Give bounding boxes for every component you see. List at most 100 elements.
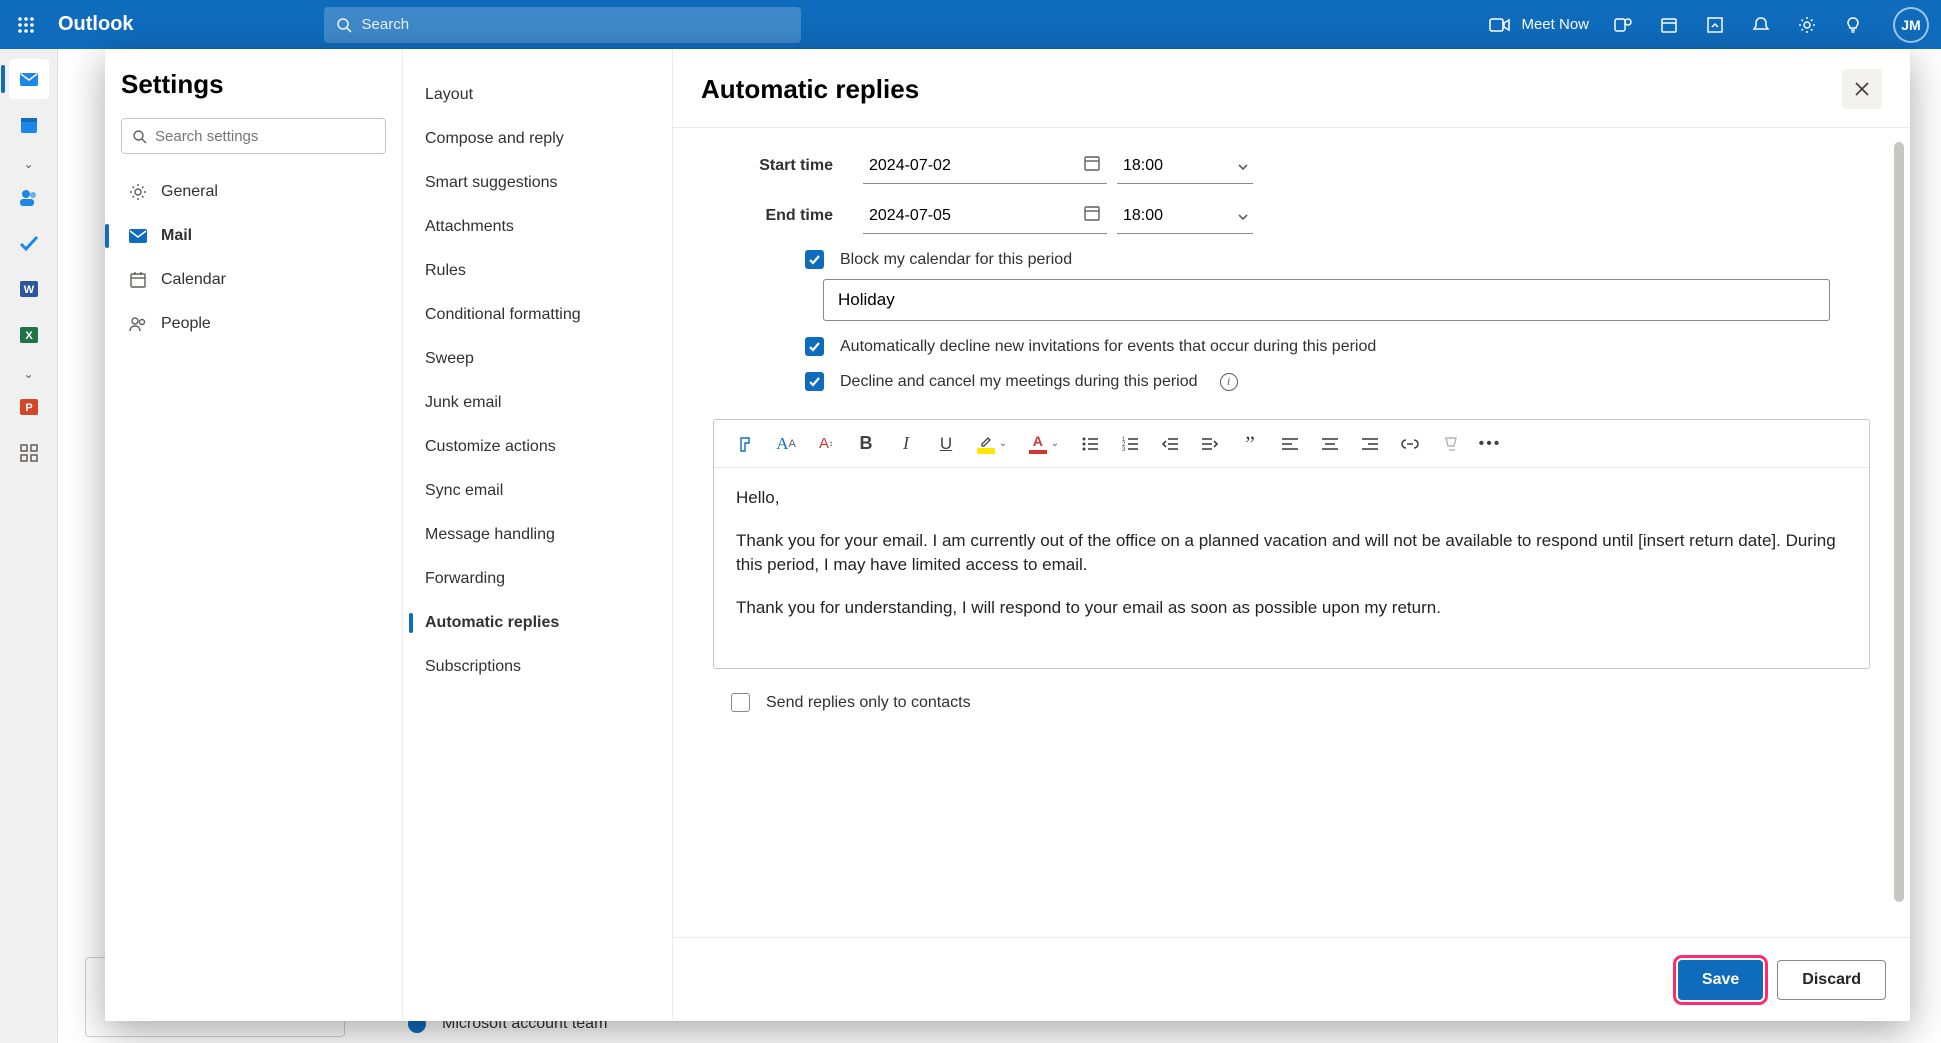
underline-icon[interactable]: U	[928, 426, 964, 462]
font-color-icon[interactable]: A⌄	[1020, 426, 1068, 462]
rail-excel-icon[interactable]: X	[9, 315, 49, 355]
rail-mail-icon[interactable]	[9, 59, 49, 99]
settings-subnav: Layout Compose and reply Smart suggestio…	[403, 49, 673, 1021]
end-date-field[interactable]	[863, 198, 1107, 234]
avatar[interactable]: JM	[1893, 7, 1929, 43]
discard-button[interactable]: Discard	[1777, 960, 1886, 1000]
category-label: Calendar	[161, 271, 226, 289]
rail-powerpoint-icon[interactable]: P	[9, 387, 49, 427]
block-calendar-row: Block my calendar for this period	[805, 250, 1870, 269]
subnav-subscriptions[interactable]: Subscriptions	[403, 645, 672, 689]
subnav-automatic-replies[interactable]: Automatic replies	[403, 601, 672, 645]
info-icon[interactable]: i	[1220, 373, 1238, 391]
global-search-input[interactable]	[362, 16, 789, 33]
category-mail[interactable]: Mail	[121, 214, 386, 258]
cancel-meetings-checkbox[interactable]	[805, 372, 824, 391]
align-left-icon[interactable]	[1272, 426, 1308, 462]
subnav-junk[interactable]: Junk email	[403, 381, 672, 425]
settings-title: Settings	[121, 69, 386, 100]
numbered-list-icon[interactable]: 123	[1112, 426, 1148, 462]
subnav-attachments[interactable]: Attachments	[403, 205, 672, 249]
app-name: Outlook	[58, 13, 134, 36]
block-title-input[interactable]	[823, 279, 1830, 321]
chevron-down-icon[interactable]	[1237, 158, 1249, 176]
subnav-forwarding[interactable]: Forwarding	[403, 557, 672, 601]
global-search[interactable]	[324, 7, 801, 43]
gear-icon[interactable]	[1795, 13, 1819, 37]
italic-icon[interactable]: I	[888, 426, 924, 462]
end-time-field[interactable]	[1117, 198, 1253, 234]
indent-icon[interactable]	[1192, 426, 1228, 462]
bullet-list-icon[interactable]	[1072, 426, 1108, 462]
end-time-input[interactable]	[1117, 198, 1253, 234]
people-icon	[127, 313, 149, 335]
ribbon-collapse-icon[interactable]	[1703, 13, 1727, 37]
category-calendar[interactable]: Calendar	[121, 258, 386, 302]
calendar-icon[interactable]	[1083, 204, 1101, 227]
calendar-day-icon[interactable]	[1657, 13, 1681, 37]
start-time-field[interactable]	[1117, 148, 1253, 184]
font-size-icon[interactable]: A↕	[808, 426, 844, 462]
link-icon[interactable]	[1392, 426, 1428, 462]
start-time-row: Start time	[713, 148, 1870, 184]
subnav-sync[interactable]: Sync email	[403, 469, 672, 513]
subnav-layout[interactable]: Layout	[403, 73, 672, 117]
editor-textarea[interactable]: Hello, Thank you for your email. I am cu…	[714, 468, 1869, 668]
end-date-input[interactable]	[863, 198, 1107, 234]
meet-now-button[interactable]: Meet Now	[1489, 16, 1589, 33]
teams-icon[interactable]	[1611, 13, 1635, 37]
main-header: Automatic replies	[673, 49, 1910, 128]
category-general[interactable]: General	[121, 170, 386, 214]
contacts-only-checkbox[interactable]	[731, 693, 750, 712]
subnav-smart[interactable]: Smart suggestions	[403, 161, 672, 205]
app-launcher-icon[interactable]	[12, 11, 40, 39]
mail-icon	[127, 225, 149, 247]
quote-icon[interactable]: ”	[1232, 426, 1268, 462]
rail-chevron-icon-2[interactable]: ⌄	[0, 367, 58, 381]
subnav-compose[interactable]: Compose and reply	[403, 117, 672, 161]
page-title: Automatic replies	[701, 74, 919, 105]
subnav-customize[interactable]: Customize actions	[403, 425, 672, 469]
start-time-input[interactable]	[1117, 148, 1253, 184]
calendar-icon[interactable]	[1083, 154, 1101, 177]
subnav-handling[interactable]: Message handling	[403, 513, 672, 557]
more-options-icon[interactable]: •••	[1472, 426, 1508, 462]
rail-todo-icon[interactable]	[9, 223, 49, 263]
category-people[interactable]: People	[121, 302, 386, 346]
block-calendar-checkbox[interactable]	[805, 250, 824, 269]
bold-icon[interactable]: B	[848, 426, 884, 462]
align-center-icon[interactable]	[1312, 426, 1348, 462]
settings-search[interactable]	[121, 118, 386, 154]
rail-more-apps-icon[interactable]	[9, 433, 49, 473]
highlight-color-icon[interactable]: ⌄	[968, 426, 1016, 462]
tips-icon[interactable]	[1841, 13, 1865, 37]
chevron-down-icon[interactable]	[1237, 208, 1249, 226]
end-time-label: End time	[713, 207, 863, 225]
subnav-conditional[interactable]: Conditional formatting	[403, 293, 672, 337]
close-button[interactable]	[1842, 69, 1882, 109]
save-button[interactable]: Save	[1678, 960, 1763, 1000]
editor-toolbar: AA A↕ B I U ⌄ A⌄ 123 ”	[714, 420, 1869, 468]
align-right-icon[interactable]	[1352, 426, 1388, 462]
block-title-field[interactable]	[823, 279, 1830, 321]
format-painter-icon[interactable]	[728, 426, 764, 462]
bell-icon[interactable]	[1749, 13, 1773, 37]
rail-chevron-icon[interactable]: ⌄	[0, 157, 58, 171]
outdent-icon[interactable]	[1152, 426, 1188, 462]
rail-calendar-icon[interactable]	[9, 105, 49, 145]
rail-word-icon[interactable]: W	[9, 269, 49, 309]
calendar-icon	[127, 269, 149, 291]
clear-format-icon[interactable]	[1432, 426, 1468, 462]
search-icon	[336, 17, 352, 33]
font-family-icon[interactable]: AA	[768, 426, 804, 462]
settings-search-input[interactable]	[155, 128, 375, 145]
scrollbar-thumb[interactable]	[1894, 142, 1904, 902]
close-icon	[1853, 80, 1871, 98]
decline-new-checkbox[interactable]	[805, 337, 824, 356]
start-date-input[interactable]	[863, 148, 1107, 184]
start-date-field[interactable]	[863, 148, 1107, 184]
subnav-rules[interactable]: Rules	[403, 249, 672, 293]
rail-people-icon[interactable]	[9, 177, 49, 217]
subnav-sweep[interactable]: Sweep	[403, 337, 672, 381]
category-label: People	[161, 315, 211, 333]
